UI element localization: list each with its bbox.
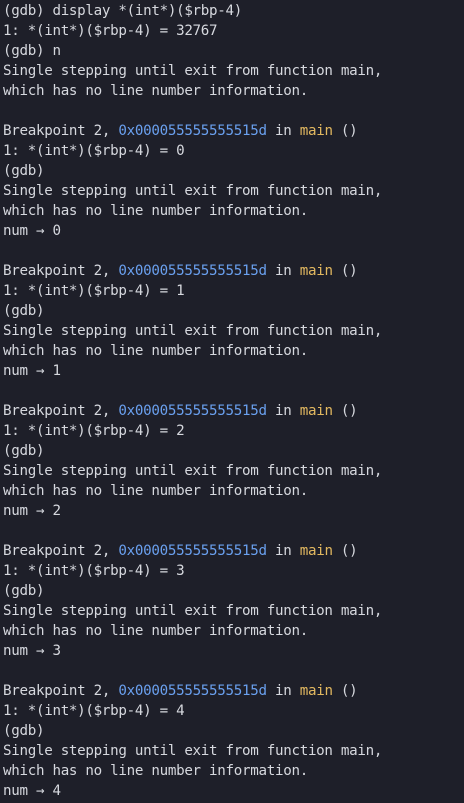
function-args: () [332, 543, 358, 559]
terminal-line: (gdb) [3, 723, 45, 739]
terminal-line: 1: *(int*)($rbp-4) = 0 [3, 143, 185, 159]
in-label: in [266, 683, 300, 699]
in-label: in [266, 123, 300, 139]
terminal-line: num → 0 [3, 223, 61, 239]
breakpoint-address: 0x000055555555515d [118, 263, 267, 279]
breakpoint-address: 0x000055555555515d [118, 403, 267, 419]
function-name: main [299, 543, 333, 559]
function-args: () [332, 683, 358, 699]
terminal-line: 1: *(int*)($rbp-4) = 1 [3, 283, 185, 299]
breakpoint-label: Breakpoint 2, [3, 123, 119, 139]
function-args: () [332, 263, 358, 279]
terminal-line: num → 2 [3, 503, 61, 519]
breakpoint-line: Breakpoint 2, 0x000055555555515d in main… [3, 401, 464, 421]
in-label: in [266, 263, 300, 279]
breakpoint-address: 0x000055555555515d [118, 683, 267, 699]
terminal-line: Single stepping until exit from function… [3, 183, 383, 199]
breakpoint-line: Breakpoint 2, 0x000055555555515d in main… [3, 541, 464, 561]
function-args: () [332, 123, 358, 139]
terminal-line: 1: *(int*)($rbp-4) = 2 [3, 423, 185, 439]
terminal-line: Single stepping until exit from function… [3, 323, 383, 339]
terminal-line: num → 4 [3, 783, 61, 799]
breakpoint-label: Breakpoint 2, [3, 683, 119, 699]
terminal-line: 1: *(int*)($rbp-4) = 4 [3, 703, 185, 719]
function-name: main [299, 123, 333, 139]
terminal-line: (gdb) display *(int*)($rbp-4) [3, 3, 243, 19]
terminal-line: which has no line number information. [3, 343, 308, 359]
breakpoint-line: Breakpoint 2, 0x000055555555515d in main… [3, 681, 464, 701]
terminal-output[interactable]: (gdb) display *(int*)($rbp-4) 1: *(int*)(… [0, 0, 464, 803]
breakpoint-label: Breakpoint 2, [3, 403, 119, 419]
function-name: main [299, 683, 333, 699]
function-args: () [332, 403, 358, 419]
terminal-line: (gdb) [3, 303, 45, 319]
terminal-line: which has no line number information. [3, 203, 308, 219]
terminal-line: (gdb) n [3, 43, 61, 59]
breakpoint-address: 0x000055555555515d [118, 123, 267, 139]
terminal-line: 1: *(int*)($rbp-4) = 32767 [3, 23, 218, 39]
terminal-line: which has no line number information. [3, 763, 308, 779]
terminal-line: (gdb) [3, 443, 45, 459]
terminal-line: Single stepping until exit from function… [3, 743, 383, 759]
breakpoint-label: Breakpoint 2, [3, 263, 119, 279]
breakpoint-line: Breakpoint 2, 0x000055555555515d in main… [3, 261, 464, 281]
terminal-line: 1: *(int*)($rbp-4) = 3 [3, 563, 185, 579]
breakpoint-line: Breakpoint 2, 0x000055555555515d in main… [3, 121, 464, 141]
terminal-line: num → 3 [3, 643, 61, 659]
terminal-line: which has no line number information. [3, 483, 308, 499]
terminal-line: which has no line number information. [3, 623, 308, 639]
breakpoint-label: Breakpoint 2, [3, 543, 119, 559]
terminal-line: num → 1 [3, 363, 61, 379]
terminal-line: (gdb) [3, 163, 45, 179]
in-label: in [266, 403, 300, 419]
terminal-line: Single stepping until exit from function… [3, 463, 383, 479]
function-name: main [299, 403, 333, 419]
terminal-line: which has no line number information. [3, 83, 308, 99]
in-label: in [266, 543, 300, 559]
terminal-line: (gdb) [3, 583, 45, 599]
terminal-line: Single stepping until exit from function… [3, 603, 383, 619]
function-name: main [299, 263, 333, 279]
breakpoint-address: 0x000055555555515d [118, 543, 267, 559]
terminal-line: Single stepping until exit from function… [3, 63, 383, 79]
